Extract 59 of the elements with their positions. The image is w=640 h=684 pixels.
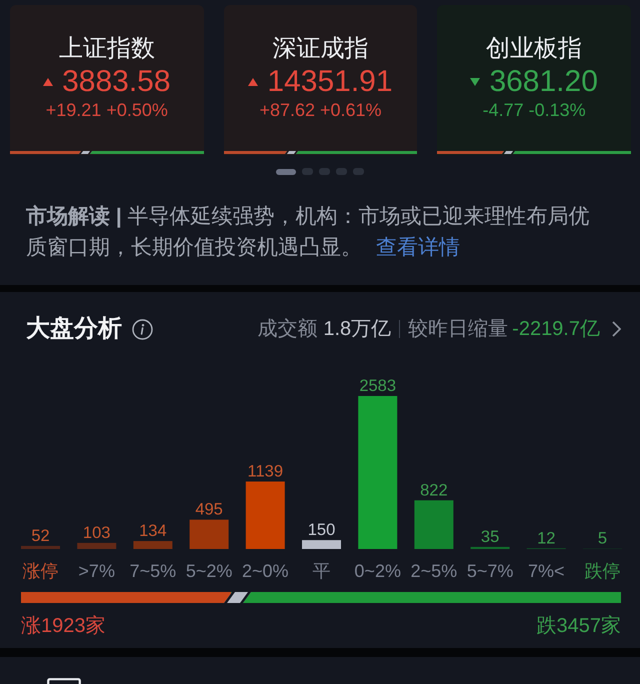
bar-value-label: 35 [480,528,500,546]
index-price: 14351.91 [267,65,393,99]
view-details-link[interactable]: 查看详情 [376,236,460,259]
bar-value-label: 12 [537,529,556,548]
turnover-label: 成交额 [257,317,318,342]
index-name: 创业板指 [486,34,582,64]
falling-count: 跌3457家 [536,614,621,638]
category-label: 0~2% [354,561,401,581]
bar [302,540,341,549]
down-triangle-icon [470,78,480,86]
category-label: 涨停 [22,561,58,581]
bar [77,542,116,549]
category-label: 跌停 [584,561,620,581]
market-commentary: 市场解读 | 半导体延续强势，机构：市场或已迎来理性布局优质窗口期，长期价值投资机遇凸显。 查看详情 [26,204,591,261]
flat-share-slash [78,151,92,154]
bar-value-label: 134 [139,522,167,540]
index-card[interactable]: 上证指数 3883.58 +19.21 +0.50% [10,5,204,155]
bar-value-label: 150 [308,521,336,540]
index-change: +87.62 +0.61% [259,99,382,121]
category-label: 5~7% [466,561,514,581]
bar [21,546,60,549]
chevron-right-icon[interactable] [612,321,621,337]
category-label: >7% [78,561,115,581]
index-price: 3883.58 [62,65,171,99]
flat-share-slash [502,151,516,154]
flat-share-slash [284,151,298,154]
up-triangle-icon [248,78,258,86]
category-label: 7~5% [130,561,176,581]
index-name: 上证指数 [58,34,155,64]
category-label: 2~0% [242,561,289,581]
bar [190,520,229,549]
up-triangle-icon [43,78,54,86]
bar-value-label: 2583 [359,377,396,395]
index-change: -4.77 -0.13% [482,99,586,121]
volume-change-value: -2219.7亿 [512,317,600,342]
index-card[interactable]: 创业板指 3681.20 -4.77 -0.13% [437,5,631,155]
volume-change-label: 较昨日缩量 [408,317,508,342]
category-label: 平 [312,561,330,581]
index-card[interactable]: 深证成指 14351.91 +87.62 +0.61% [224,5,418,155]
bar-value-label: 822 [420,481,448,500]
bar-value-label: 495 [195,500,223,519]
info-icon[interactable] [132,318,153,340]
category-label: 5~2% [186,561,232,581]
turnover-value: 1.8万亿 [323,317,392,342]
bar-value-label: 5 [598,530,608,548]
category-label: 7%< [528,561,565,581]
rising-count: 涨1923家 [21,614,106,638]
bar-value-label: 1139 [248,462,284,481]
section-title: 大盘分析 [26,314,122,344]
category-label: 2~5% [410,561,458,581]
index-change: +19.21 +0.50% [46,99,168,121]
bar [133,541,172,549]
bar [414,500,454,549]
bar-value-label: 52 [31,526,50,545]
index-price: 3681.20 [489,65,598,99]
index-name: 深证成指 [272,34,368,64]
bar [470,546,510,549]
bar [246,482,285,549]
bar-value-label: 103 [82,524,110,542]
